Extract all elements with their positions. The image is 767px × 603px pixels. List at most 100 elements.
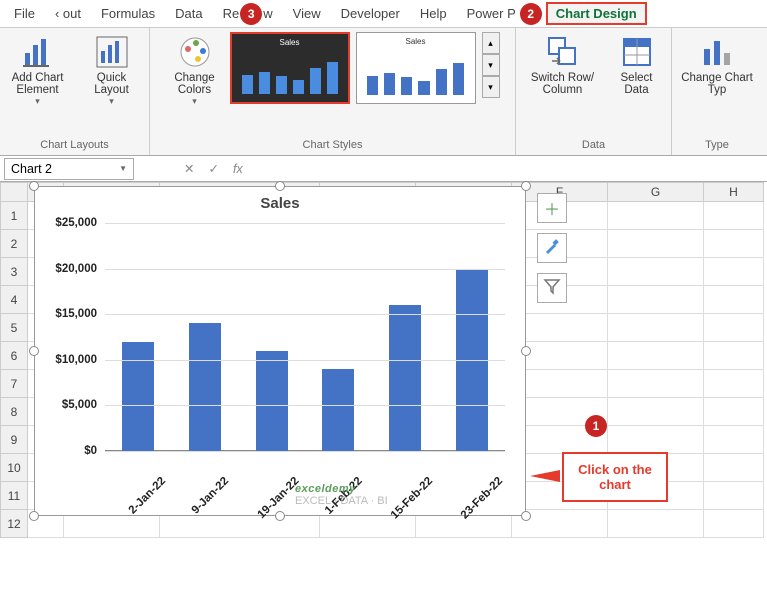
resize-handle[interactable]: [521, 511, 531, 521]
select-all-corner[interactable]: [0, 182, 28, 202]
cell[interactable]: [704, 370, 764, 398]
cell[interactable]: [704, 482, 764, 510]
resize-handle[interactable]: [29, 181, 39, 191]
callout-line2: chart: [574, 477, 656, 492]
thumb-title: Sales: [232, 38, 348, 47]
row-header[interactable]: 7: [0, 370, 28, 398]
row-header[interactable]: 1: [0, 202, 28, 230]
btn-select-data[interactable]: Select Data: [609, 32, 665, 98]
cell[interactable]: [512, 314, 608, 342]
chart-styles-button[interactable]: [537, 233, 567, 263]
tab-powerp-partial[interactable]: Power P: [457, 2, 516, 25]
row-header[interactable]: 8: [0, 398, 28, 426]
tab-data[interactable]: Data: [165, 2, 212, 25]
tab-view[interactable]: View: [283, 2, 331, 25]
cell[interactable]: [608, 510, 704, 538]
cell[interactable]: [608, 314, 704, 342]
row-header[interactable]: 5: [0, 314, 28, 342]
cell[interactable]: [704, 342, 764, 370]
group-label: Chart Layouts: [40, 137, 108, 153]
resize-handle[interactable]: [521, 346, 531, 356]
embedded-chart[interactable]: Sales $0$5,000$10,000$15,000$20,000$25,0…: [34, 186, 526, 516]
chart-style-thumb-2[interactable]: Sales: [356, 32, 476, 104]
tab-developer[interactable]: Developer: [331, 2, 410, 25]
badge-1: 1: [585, 415, 607, 437]
cell[interactable]: [608, 202, 704, 230]
switch-row-col-icon: [545, 34, 581, 70]
row-header[interactable]: 10: [0, 454, 28, 482]
cell[interactable]: [704, 510, 764, 538]
chevron-down-icon: ▾: [109, 96, 114, 107]
chart-bar[interactable]: [122, 342, 154, 451]
row-header[interactable]: 2: [0, 230, 28, 258]
cell[interactable]: [608, 258, 704, 286]
group-type: Change Chart Typ Type: [672, 28, 762, 155]
cell[interactable]: [608, 230, 704, 258]
btn-label: Select Data: [611, 72, 663, 96]
chart-plot-area[interactable]: [105, 223, 505, 451]
tab-chart-design[interactable]: Chart Design: [546, 2, 647, 25]
resize-handle[interactable]: [29, 346, 39, 356]
chart-title[interactable]: Sales: [35, 187, 525, 216]
row-header[interactable]: 3: [0, 258, 28, 286]
cell[interactable]: [704, 286, 764, 314]
name-box[interactable]: Chart 2 ▼: [4, 158, 134, 180]
gridline: [105, 360, 505, 361]
tab-formulas[interactable]: Formulas: [91, 2, 165, 25]
chart-x-axis: 2-Jan-229-Jan-2219-Jan-221-Feb-2215-Feb-…: [105, 453, 505, 509]
chart-elements-button[interactable]: ＋: [537, 193, 567, 223]
resize-handle[interactable]: [275, 181, 285, 191]
row-header[interactable]: 6: [0, 342, 28, 370]
row-header[interactable]: 11: [0, 482, 28, 510]
row-header[interactable]: 12: [0, 510, 28, 538]
cell[interactable]: [608, 426, 704, 454]
btn-quick-layout[interactable]: Quick Layout ▾: [78, 32, 146, 109]
chart-bar[interactable]: [322, 369, 354, 451]
cell[interactable]: [704, 398, 764, 426]
cell[interactable]: [704, 202, 764, 230]
chevron-down-icon: ▾: [192, 96, 197, 107]
cell[interactable]: [608, 342, 704, 370]
gallery-more-icon[interactable]: ▾: [482, 76, 500, 98]
fx-icon[interactable]: fx: [233, 162, 243, 176]
btn-change-chart-type[interactable]: Change Chart Typ: [678, 32, 756, 98]
tab-layout-partial[interactable]: ‹ out: [45, 2, 91, 25]
select-data-icon: [619, 34, 655, 70]
enter-icon[interactable]: ✓: [208, 161, 218, 176]
chart-bar[interactable]: [389, 305, 421, 451]
resize-handle[interactable]: [521, 181, 531, 191]
col-header[interactable]: G: [608, 182, 704, 202]
tab-review-start[interactable]: Re: [213, 2, 240, 25]
row-header[interactable]: 9: [0, 426, 28, 454]
chart-bar[interactable]: [189, 323, 221, 451]
chart-bar[interactable]: [256, 351, 288, 451]
chart-filters-button[interactable]: [537, 273, 567, 303]
cancel-icon[interactable]: ✕: [184, 161, 194, 176]
tab-file[interactable]: File: [4, 2, 45, 25]
scroll-up-icon[interactable]: ▴: [482, 32, 500, 54]
tab-help[interactable]: Help: [410, 2, 457, 25]
resize-handle[interactable]: [29, 511, 39, 521]
gridline: [105, 269, 505, 270]
btn-add-chart-element[interactable]: Add Chart Element ▾: [4, 32, 72, 109]
row-header[interactable]: 4: [0, 286, 28, 314]
cell[interactable]: [704, 258, 764, 286]
cell[interactable]: [608, 286, 704, 314]
scroll-down-icon[interactable]: ▾: [482, 54, 500, 76]
cell[interactable]: [608, 398, 704, 426]
btn-change-colors[interactable]: Change Colors ▾: [166, 32, 224, 109]
btn-label: Add Chart Element: [6, 72, 70, 96]
name-box-value: Chart 2: [11, 162, 52, 176]
tab-review-end[interactable]: w: [263, 2, 282, 25]
cell[interactable]: [704, 230, 764, 258]
cell[interactable]: [512, 370, 608, 398]
callout-line1: Click on the: [574, 462, 656, 477]
cell[interactable]: [608, 370, 704, 398]
cell[interactable]: [704, 314, 764, 342]
chart-style-thumb-1[interactable]: Sales: [230, 32, 350, 104]
col-header[interactable]: H: [704, 182, 764, 202]
cell[interactable]: [704, 454, 764, 482]
gallery-scroller: ▴ ▾ ▾: [482, 32, 500, 98]
btn-switch-row-col[interactable]: Switch Row/ Column: [523, 32, 603, 98]
cell[interactable]: [704, 426, 764, 454]
